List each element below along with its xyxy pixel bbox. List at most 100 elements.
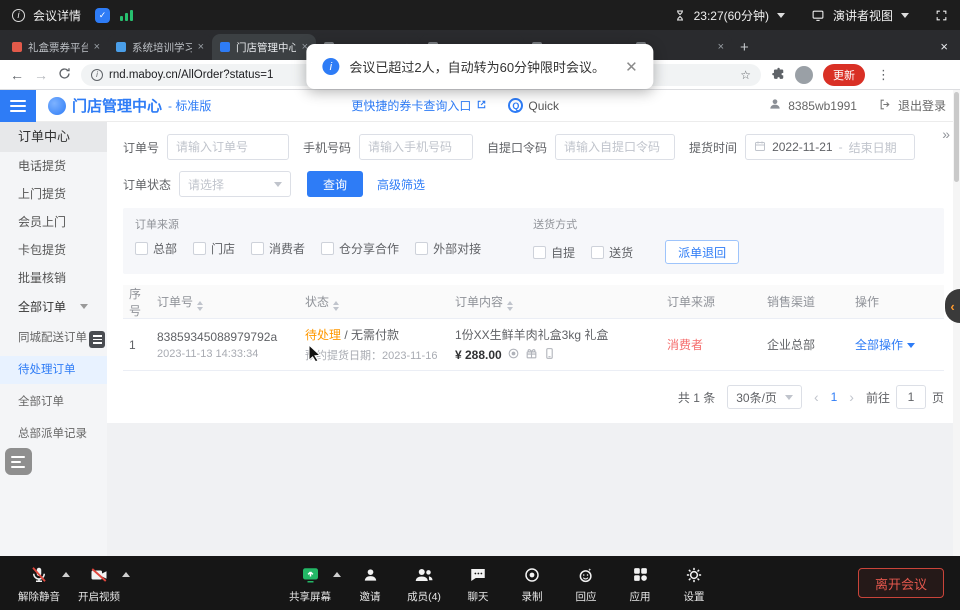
unmute-button[interactable]: 解除静音 <box>12 564 66 604</box>
tab-close-icon[interactable]: × <box>198 41 204 53</box>
app-menu-button[interactable] <box>0 90 36 122</box>
checkbox-source-store[interactable]: 门店 <box>193 240 235 257</box>
browser-tab-training[interactable]: 系统培训学习 × <box>108 34 212 60</box>
phone-input[interactable] <box>359 134 473 160</box>
col-content[interactable]: 订单内容 <box>451 293 663 311</box>
view-caret-icon[interactable] <box>901 13 909 18</box>
meeting-detail-label[interactable]: 会议详情 <box>33 7 81 24</box>
checkbox-source-external[interactable]: 外部对接 <box>415 240 481 257</box>
annotation-tools-button[interactable] <box>5 448 32 475</box>
next-page-button[interactable]: › <box>849 389 854 405</box>
current-page[interactable]: 1 <box>831 390 838 404</box>
invite-person-icon <box>362 564 379 585</box>
coupon-query-link[interactable]: 更快捷的券卡查询入口 <box>351 97 471 114</box>
sidebar-item-member-visit[interactable]: 会员上门 <box>0 208 107 236</box>
user-avatar-icon <box>768 97 782 114</box>
reload-button[interactable] <box>58 67 71 83</box>
cell-channel: 企业总部 <box>763 336 851 353</box>
extensions-icon[interactable] <box>771 66 785 83</box>
scrollbar-thumb[interactable] <box>954 92 959 182</box>
video-options-caret[interactable] <box>122 572 130 577</box>
advanced-filter-link[interactable]: 高级筛选 <box>377 176 425 193</box>
chat-button[interactable]: 聊天 <box>451 564 505 604</box>
members-button[interactable]: 成员(4) <box>397 564 451 604</box>
forward-button[interactable]: → <box>34 67 48 83</box>
col-status[interactable]: 状态 <box>301 293 451 311</box>
chrome-update-button[interactable]: 更新 <box>823 64 865 86</box>
camera-off-icon <box>89 564 109 585</box>
web-page: 门店管理中心 - 标准版 更快捷的券卡查询入口 Q Quick 8385wb19… <box>0 90 960 556</box>
cell-content: 1份XX生鲜羊肉礼盒3kg 礼盒 <box>455 326 659 343</box>
sidebar-group-all-orders[interactable]: 全部订单 <box>0 292 107 320</box>
date-range-picker[interactable]: 2022-11-21 - 结束日期 <box>745 134 915 160</box>
record-icon <box>523 564 541 585</box>
back-button[interactable]: ← <box>10 67 24 83</box>
collapse-panel-icon[interactable]: » <box>942 126 948 142</box>
goto-page-input[interactable] <box>896 385 926 409</box>
sidebar-item-hq-dispatch-log[interactable]: 总部派单记录 <box>0 420 107 448</box>
invite-button[interactable]: 邀请 <box>343 564 397 604</box>
sidebar-drag-handle[interactable] <box>89 331 105 348</box>
mute-options-caret[interactable] <box>62 572 70 577</box>
checkbox-delivery-selfpickup[interactable]: 自提 <box>533 244 575 261</box>
new-tab-button[interactable]: + <box>740 39 749 56</box>
search-button[interactable]: 查询 <box>307 171 363 197</box>
security-shield-icon[interactable]: ✓ <box>95 8 110 23</box>
view-mode-label[interactable]: 演讲者视图 <box>833 7 893 24</box>
banner-close-icon[interactable]: ✕ <box>625 58 638 76</box>
pickup-code-input[interactable] <box>555 134 675 160</box>
order-no-input[interactable] <box>167 134 289 160</box>
page-scrollbar[interactable] <box>953 90 960 556</box>
checkbox-source-hq[interactable]: 总部 <box>135 240 177 257</box>
tab-close-icon[interactable]: × <box>94 41 100 53</box>
reactions-button[interactable]: 回应 <box>559 564 613 604</box>
share-options-caret[interactable] <box>333 572 341 577</box>
logout-button[interactable]: 退出登录 <box>898 97 946 114</box>
meeting-info-icon[interactable]: i <box>12 9 25 22</box>
timer-caret-icon[interactable] <box>777 13 785 18</box>
meeting-timer[interactable]: 23:27(60分钟) <box>694 7 769 24</box>
sort-icon[interactable] <box>507 301 513 311</box>
browser-profile-avatar[interactable] <box>795 66 813 84</box>
checkbox-delivery-deliver[interactable]: 送货 <box>591 244 633 261</box>
browser-menu-icon[interactable]: ⋮ <box>875 67 892 83</box>
tab-close-icon[interactable]: × <box>718 41 724 53</box>
sidebar-item-batch-verify[interactable]: 批量核销 <box>0 264 107 292</box>
total-count: 共 1 条 <box>678 389 715 406</box>
calendar-icon <box>754 140 766 155</box>
browser-tab-gift-platform[interactable]: 礼盒票券平台管理中心 × <box>4 34 108 60</box>
checkbox-source-consumer[interactable]: 消费者 <box>251 240 305 257</box>
dispatch-return-button[interactable]: 派单退回 <box>665 240 739 264</box>
window-close-button[interactable]: × <box>932 39 956 60</box>
settings-button[interactable]: 设置 <box>667 564 721 604</box>
page-size-select[interactable]: 30条/页 <box>727 385 802 409</box>
bookmark-star-icon[interactable]: ☆ <box>740 68 751 82</box>
table-row[interactable]: 1 83859345088979792a 2023-11-13 14:33:34… <box>123 319 944 371</box>
device-icon <box>543 347 556 363</box>
main-content: » 订单号 手机号码 自提口令码 提货时间 <box>107 122 960 556</box>
browser-tab-store-admin[interactable]: 门店管理中心 × <box>212 34 316 60</box>
sort-icon[interactable] <box>197 301 203 311</box>
sidebar-item-card-pickup[interactable]: 卡包提货 <box>0 236 107 264</box>
site-info-icon[interactable]: i <box>91 69 103 81</box>
apps-button[interactable]: 应用 <box>613 564 667 604</box>
record-button[interactable]: 录制 <box>505 564 559 604</box>
order-status-select[interactable]: 请选择 <box>179 171 291 197</box>
leave-meeting-button[interactable]: 离开会议 <box>858 568 944 598</box>
sidebar-item-pending-orders[interactable]: 待处理订单 <box>0 356 107 384</box>
start-video-button[interactable]: 开启视频 <box>72 564 126 604</box>
fullscreen-icon[interactable] <box>935 9 948 22</box>
info-icon: i <box>322 58 339 75</box>
quick-label[interactable]: Quick <box>528 99 559 113</box>
sidebar-item-door-pickup[interactable]: 上门提货 <box>0 180 107 208</box>
col-order-no[interactable]: 订单号 <box>153 293 301 311</box>
share-screen-button[interactable]: 共享屏幕 <box>283 564 337 604</box>
sidebar-item-phone-pickup[interactable]: 电话提货 <box>0 152 107 180</box>
username[interactable]: 8385wb1991 <box>788 99 857 113</box>
checkbox-source-warehouse-coop[interactable]: 仓分享合作 <box>321 240 399 257</box>
prev-page-button[interactable]: ‹ <box>814 389 819 405</box>
row-action-dropdown[interactable]: 全部操作 <box>855 338 915 352</box>
sidebar-item-all-orders[interactable]: 全部订单 <box>0 388 107 416</box>
checkbox-icon <box>415 242 428 255</box>
sort-icon[interactable] <box>333 301 339 311</box>
